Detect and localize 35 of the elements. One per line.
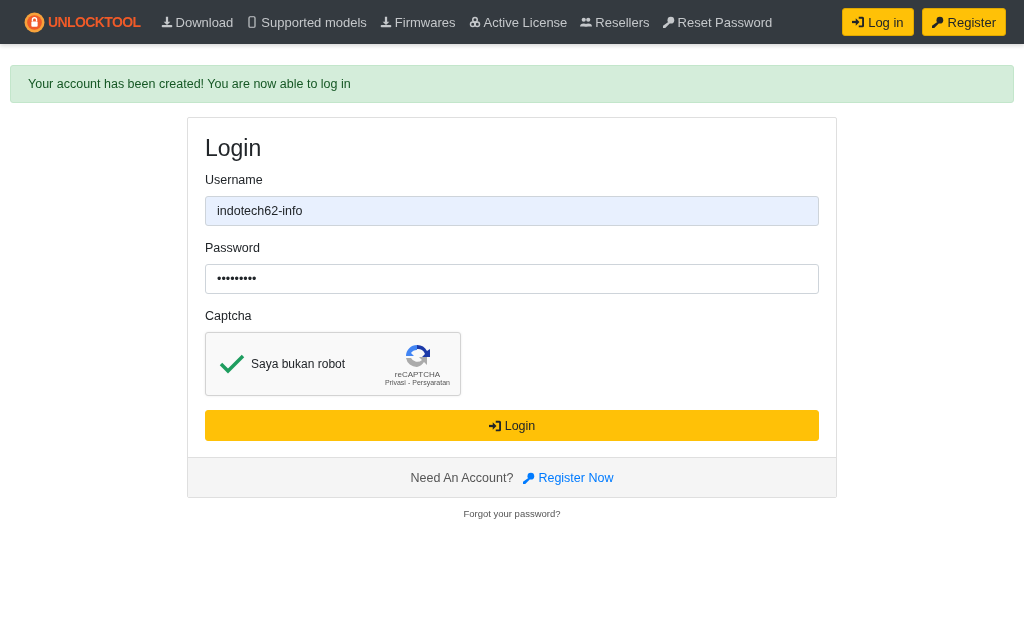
username-field[interactable]: indotech62-info: [205, 196, 819, 226]
padlock-logo-icon: [24, 11, 45, 33]
download-icon: [379, 16, 392, 28]
captcha-label: Captcha: [205, 309, 253, 323]
username-label: Username: [205, 173, 264, 187]
phone-icon: [246, 16, 259, 28]
checkmark-icon: [219, 354, 245, 374]
password-label: Password: [205, 241, 261, 255]
recaptcha-brand: reCAPTCHA: [394, 370, 441, 379]
sign-in-icon: [488, 419, 501, 432]
login-title: Login: [205, 135, 263, 162]
gears-icon: [468, 16, 481, 28]
forgot-password-link[interactable]: Forgot your password?: [463, 508, 561, 519]
account-prompt: Need An Account?: [410, 470, 514, 485]
key-icon: [931, 16, 944, 28]
nav-link[interactable]: Supported models: [246, 14, 367, 30]
captcha-checkbox[interactable]: [219, 352, 245, 376]
download-icon: [160, 16, 173, 28]
users-icon: [580, 16, 593, 28]
captcha-text: Saya bukan robot: [251, 357, 347, 371]
key-icon: [662, 16, 675, 28]
alert-message: Your account has been created! You are now able to log in: [28, 77, 351, 91]
nav-link[interactable]: Firmwares: [379, 14, 456, 30]
nav-link[interactable]: Download: [160, 14, 234, 30]
nav-link[interactable]: Reset Password: [662, 14, 773, 30]
login-submit-button[interactable]: Login: [205, 410, 819, 441]
key-icon: [523, 471, 536, 484]
recaptcha-logo-icon: [403, 342, 432, 370]
sign-in-icon: [852, 16, 865, 28]
register-now-link[interactable]: Register Now: [523, 470, 614, 485]
register-button[interactable]: Register: [921, 8, 1006, 36]
log-in-button[interactable]: Log in: [842, 8, 914, 36]
nav-link[interactable]: Resellers: [580, 14, 650, 30]
password-field[interactable]: •••••••••: [205, 264, 819, 294]
nav-link[interactable]: Active License: [468, 14, 568, 30]
